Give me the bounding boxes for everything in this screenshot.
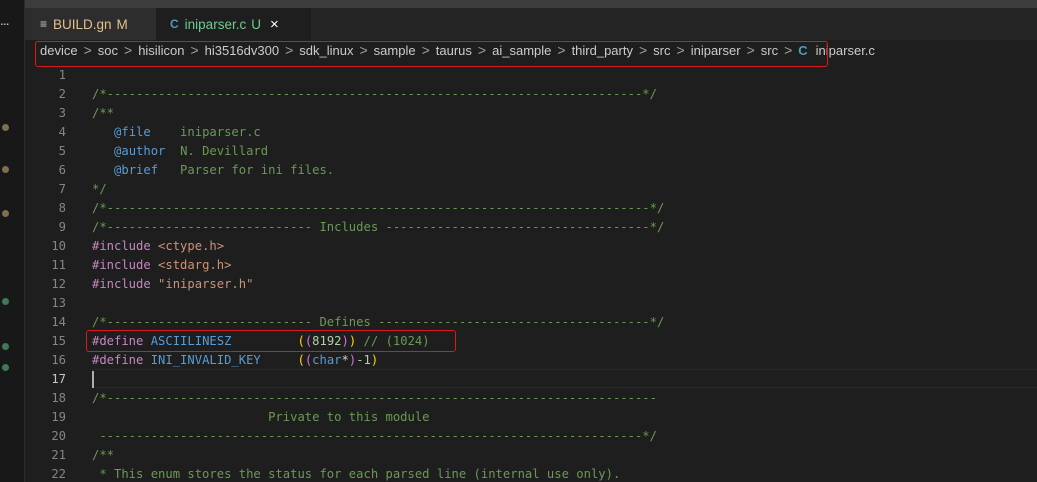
code-line: 20 -------------------------------------… [25, 427, 1037, 446]
change-marker-icon [2, 166, 9, 173]
tab-iniparser-c[interactable]: C iniparser.c U × [156, 8, 311, 40]
line-number: 5 [58, 144, 66, 158]
tab-bar: ≡ BUILD.gn M C iniparser.c U × [25, 0, 1037, 40]
line-number: 15 [51, 334, 66, 348]
line-number: 7 [58, 182, 66, 196]
tab-build-gn[interactable]: ≡ BUILD.gn M [25, 8, 156, 40]
code-text: @author N. Devillard [114, 144, 269, 158]
code-line: 17 [25, 370, 1037, 389]
line-number: 11 [51, 258, 66, 272]
line-number: 3 [58, 106, 66, 120]
code-text: #include <stdarg.h> [92, 258, 232, 272]
line-number: 9 [58, 220, 66, 234]
code-line: 7 */ [25, 180, 1037, 199]
code-line: 22 * This enum stores the status for eac… [25, 465, 1037, 482]
left-strip: ... [0, 0, 25, 482]
code-text: Private to this module [92, 410, 430, 424]
breadcrumb-highlight-box [35, 41, 828, 67]
code-text: /*---------------------------- Includes … [92, 220, 665, 234]
code-text: @brief Parser for ini files. [114, 163, 335, 177]
line-number: 12 [51, 277, 66, 291]
change-marker-icon [2, 298, 9, 305]
text-cursor [92, 371, 94, 388]
code-text: #include <ctype.h> [92, 239, 225, 253]
code-line: 9 /*---------------------------- Includes… [25, 218, 1037, 237]
file-lines-icon: ≡ [40, 17, 48, 31]
code-text: ----------------------------------------… [92, 429, 657, 443]
code-line: 16 #define INI_INVALID_KEY ((char*)-1) [25, 351, 1037, 370]
line-number: 20 [51, 429, 66, 443]
code-line: 8 /*-------------------------------------… [25, 199, 1037, 218]
line-number: 4 [58, 125, 66, 139]
code-line: 21 /** [25, 446, 1037, 465]
change-marker-icon [2, 210, 9, 217]
code-text: /*--------------------------------------… [92, 87, 657, 101]
change-marker-icon [2, 364, 9, 371]
code-text: /** [92, 448, 115, 462]
code-text: #include "iniparser.h" [92, 277, 254, 291]
change-marker-icon [2, 124, 9, 131]
tab-label: BUILD.gn [53, 16, 112, 32]
line-number: 10 [51, 239, 66, 253]
code-line: 18 /*------------------------------------… [25, 389, 1037, 408]
code-text: @file iniparser.c [114, 125, 261, 139]
code-text: #define INI_INVALID_KEY ((char*)-1) [92, 353, 379, 367]
c-file-icon: C [170, 17, 179, 31]
code-line: 12 #include "iniparser.h" [25, 275, 1037, 294]
line-number: 19 [51, 410, 66, 424]
line-number: 14 [51, 315, 66, 329]
line-number: 18 [51, 391, 66, 405]
define-highlight-box [86, 330, 456, 352]
code-line: 1 [25, 66, 1037, 85]
line-number: 6 [58, 163, 66, 177]
line-number: 16 [51, 353, 66, 367]
code-line: 3 /** [25, 104, 1037, 123]
code-text: */ [92, 182, 107, 196]
code-text: * This enum stores the status for each p… [92, 467, 621, 481]
line-number: 17 [51, 372, 66, 386]
code-line: 6 @brief Parser for ini files. [25, 161, 1037, 180]
code-line: 2 /*-------------------------------------… [25, 85, 1037, 104]
code-line: 5 @author N. Devillard [25, 142, 1037, 161]
line-number: 21 [51, 448, 66, 462]
line-number: 8 [58, 201, 66, 215]
close-tab-icon[interactable]: × [270, 16, 279, 33]
modified-badge: M [116, 16, 128, 32]
code-line: 13 [25, 294, 1037, 313]
code-line: 11 #include <stdarg.h> [25, 256, 1037, 275]
line-number: 22 [51, 467, 66, 481]
more-actions-icon[interactable]: ... [0, 12, 10, 28]
code-text: /*--------------------------------------… [92, 391, 657, 405]
tab-label: iniparser.c [184, 16, 247, 32]
line-number: 2 [58, 87, 66, 101]
code-text: /** [92, 106, 115, 120]
code-line: 10 #include <ctype.h> [25, 237, 1037, 256]
code-editor[interactable]: 1 2 /*-----------------------------------… [25, 66, 1037, 482]
code-line: 19 Private to this module [25, 408, 1037, 427]
line-number: 1 [58, 68, 66, 82]
code-line: 4 @file iniparser.c [25, 123, 1037, 142]
change-marker-icon [2, 343, 9, 350]
title-strip [25, 0, 1037, 8]
line-number: 13 [51, 296, 66, 310]
untracked-badge: U [251, 16, 261, 32]
code-text: /*--------------------------------------… [92, 201, 665, 215]
